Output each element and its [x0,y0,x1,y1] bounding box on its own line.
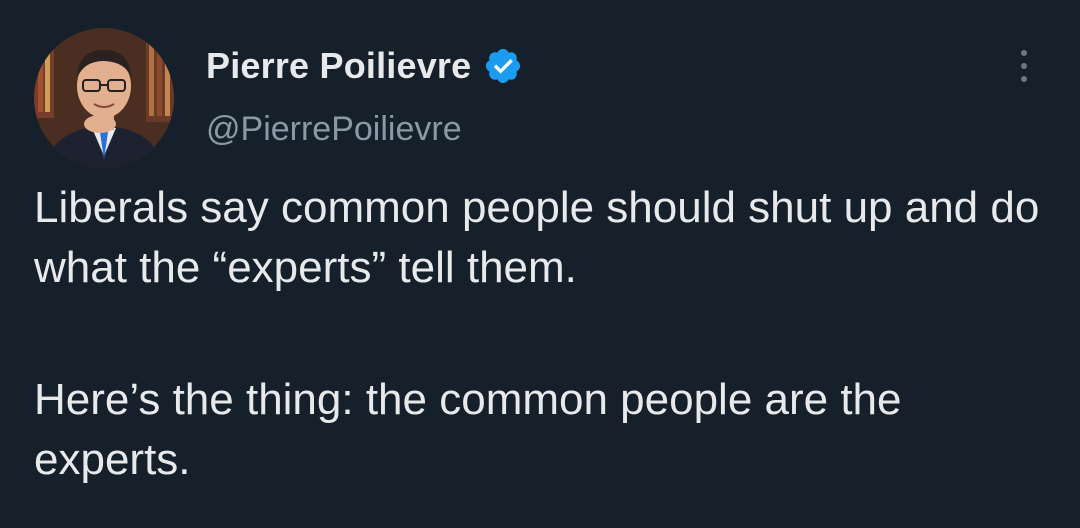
profile-photo-icon [34,28,174,168]
more-vertical-icon [1021,63,1027,69]
display-name[interactable]: Pierre Poilievre [206,45,471,87]
tweet-paragraph-1: Liberals say common people should shut u… [34,183,1040,292]
tweet-paragraph-2: Here’s the thing: the common people are … [34,375,902,484]
tweet-text: Liberals say common people should shut u… [34,178,1064,490]
avatar[interactable] [34,28,174,168]
more-vertical-icon [1021,76,1027,82]
verified-badge-icon [486,48,521,84]
author-handle[interactable]: @PierrePoilievre [206,110,462,149]
tweet-card: Pierre Poilievre @PierrePoilievre Libera… [0,0,1080,528]
more-options-button[interactable] [1006,44,1042,88]
more-vertical-icon [1021,50,1027,56]
author-name-row: Pierre Poilievre [206,42,523,90]
